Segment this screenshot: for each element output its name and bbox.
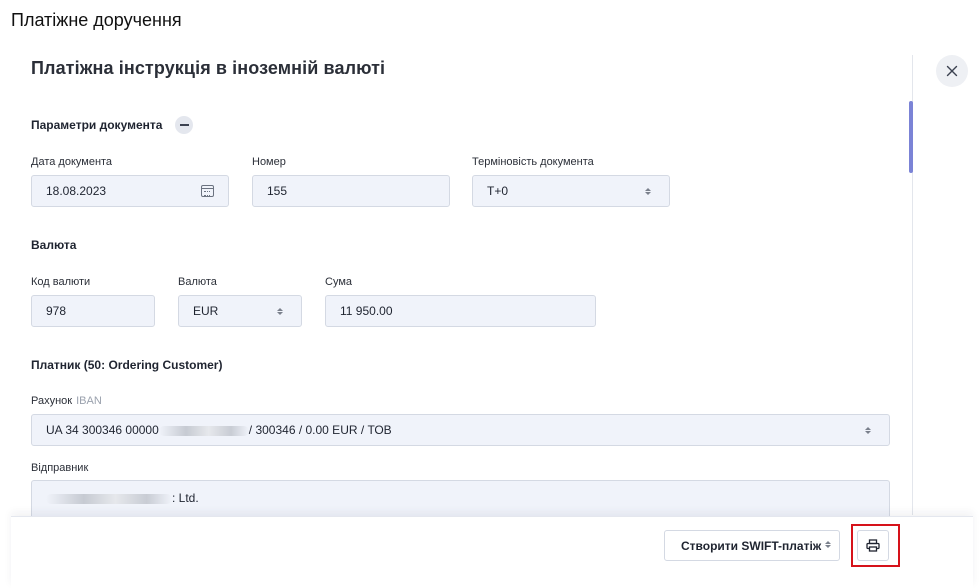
urgency-select[interactable]: T+0 bbox=[472, 175, 670, 207]
print-icon bbox=[866, 539, 880, 552]
section-title-currency: Валюта bbox=[31, 238, 77, 252]
currency-code-field[interactable]: 978 bbox=[31, 295, 155, 327]
sort-updown-icon bbox=[825, 541, 831, 548]
account-value: UA 34 300346 00000/ 300346 / 0.00 EUR / … bbox=[46, 423, 392, 437]
amount-value: 11 950.00 bbox=[340, 304, 393, 318]
number-label: Номер bbox=[252, 156, 286, 168]
number-value: 155 bbox=[267, 184, 288, 198]
minus-icon bbox=[179, 124, 189, 126]
currency-label: Валюта bbox=[178, 276, 217, 288]
create-swift-button[interactable]: Створити SWIFT-платіж bbox=[664, 530, 840, 561]
sender-value: : Ltd. bbox=[46, 491, 875, 505]
modal-title: Платіжна інструкція в іноземній валюті bbox=[31, 58, 386, 78]
redacted-blur bbox=[46, 493, 172, 504]
section-title-document-params: Параметри документа bbox=[31, 118, 163, 132]
sender-label: Відправник bbox=[31, 462, 89, 474]
account-label: Рахунок IBAN bbox=[31, 395, 102, 407]
date-field[interactable]: 18.08.2023 bbox=[31, 175, 229, 207]
urgency-value: T+0 bbox=[487, 184, 509, 198]
section-title-payer: Платник (50: Ordering Customer) bbox=[31, 358, 223, 372]
collapse-section-button[interactable] bbox=[175, 116, 193, 134]
currency-code-value: 978 bbox=[46, 304, 67, 318]
currency-value: EUR bbox=[193, 304, 219, 318]
currency-select[interactable]: EUR bbox=[178, 295, 302, 327]
close-icon bbox=[946, 65, 958, 77]
account-select[interactable]: UA 34 300346 00000/ 300346 / 0.00 EUR / … bbox=[31, 414, 890, 446]
date-value: 18.08.2023 bbox=[46, 184, 107, 198]
account-hint: IBAN bbox=[76, 395, 102, 407]
scrollbar-thumb[interactable] bbox=[909, 101, 913, 173]
amount-label: Сума bbox=[325, 276, 353, 288]
sort-updown-icon bbox=[277, 307, 283, 315]
create-swift-label: Створити SWIFT-платіж bbox=[681, 538, 822, 553]
print-button[interactable] bbox=[857, 530, 889, 561]
sender-field[interactable]: : Ltd. bbox=[31, 480, 890, 517]
number-field[interactable]: 155 bbox=[252, 175, 450, 207]
amount-field[interactable]: 11 950.00 bbox=[325, 295, 596, 327]
currency-code-label: Код валюти bbox=[31, 276, 91, 288]
sort-updown-icon bbox=[645, 187, 651, 195]
urgency-label: Терміновість документа bbox=[472, 156, 594, 168]
redacted-blur bbox=[158, 425, 249, 436]
close-button[interactable] bbox=[936, 55, 968, 87]
page-title: Платіжне доручення bbox=[11, 10, 182, 30]
payment-instruction-modal: Платіжна інструкція в іноземній валюті П… bbox=[11, 55, 913, 517]
calendar-icon[interactable] bbox=[200, 185, 214, 197]
date-label: Дата документа bbox=[31, 156, 113, 168]
sort-updown-icon bbox=[865, 426, 871, 434]
